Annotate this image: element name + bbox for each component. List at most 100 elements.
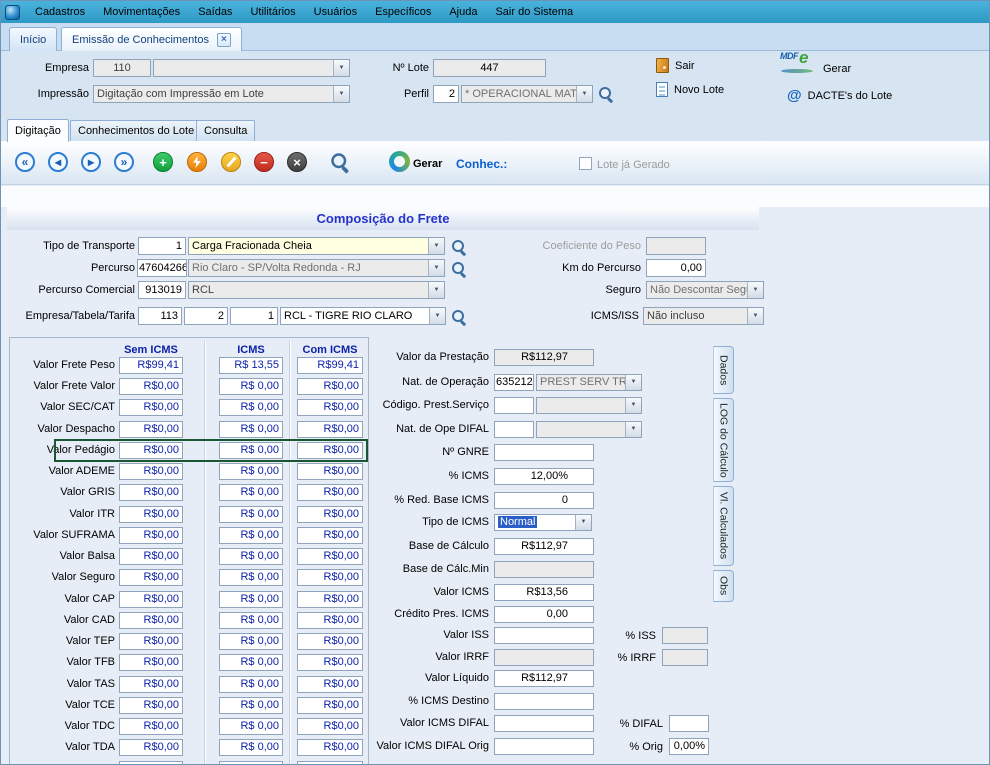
valor-icms-field[interactable]: R$ 0,00 [219, 378, 283, 395]
valor-com-icms-field[interactable]: R$0,00 [297, 548, 363, 565]
toolbar-gerar-button[interactable]: Gerar [413, 157, 453, 172]
valor-sem-icms-field[interactable]: R$0,00 [119, 569, 183, 586]
dropdown-arrow-icon[interactable]: ▼ [747, 282, 763, 298]
dropdown-arrow-icon[interactable]: ▼ [575, 515, 591, 530]
percurso-comercial-num-field[interactable]: 913019 [138, 281, 186, 299]
icms-iss-combo[interactable]: Não incluso ▼ [643, 307, 764, 325]
valor-icms-field[interactable]: R$ 0,00 [219, 739, 283, 756]
tabela-tabela-field[interactable]: 2 [184, 307, 228, 325]
valor-sem-icms-field[interactable]: R$0,00 [119, 378, 183, 395]
menu-item-sair-do-sistema[interactable]: Sair do Sistema [486, 2, 582, 23]
percurso-num-field[interactable]: 47604266 [137, 259, 187, 277]
dropdown-arrow-icon[interactable]: ▼ [333, 86, 349, 102]
gerar-mdfe-button[interactable]: Gerar [823, 63, 851, 75]
tab-inicio[interactable]: Início [9, 27, 57, 51]
valor-com-icms-field[interactable]: R$0,00 [297, 399, 363, 416]
tarifa-combo[interactable]: RCL - TIGRE RIO CLARO ▼ [280, 307, 446, 325]
valor-com-icms-field[interactable]: R$0,00 [297, 676, 363, 693]
valor-sem-icms-field[interactable]: R$0,00 [119, 484, 183, 501]
nav-last-button[interactable]: » [114, 152, 134, 172]
perc-icms-destino-field[interactable] [494, 693, 594, 710]
tipo-icms-combo[interactable]: Normal ▼ [494, 514, 592, 531]
base-calc-min-field[interactable] [494, 561, 594, 578]
valor-icms-field[interactable]: R$ 0,00 [219, 676, 283, 693]
dropdown-arrow-icon[interactable]: ▼ [428, 260, 444, 276]
valor-irrf-field[interactable] [494, 649, 594, 666]
nat-difal-num-field[interactable] [494, 421, 534, 438]
valor-icms-difal-orig-field[interactable] [494, 738, 594, 755]
tabela-empresa-field[interactable]: 113 [138, 307, 182, 325]
valor-com-icms-field[interactable]: R$0,00 [297, 569, 363, 586]
valor-com-icms-field[interactable]: R$99,41 [297, 357, 363, 374]
valor-com-icms-field[interactable]: R$0,00 [297, 633, 363, 650]
valor-com-icms-field[interactable]: R$0,00 [297, 591, 363, 608]
subtab-digitacao[interactable]: Digitação [7, 119, 69, 142]
valor-icms-field[interactable]: R$ 0,00 [219, 442, 283, 459]
num-lote-field[interactable]: 447 [433, 59, 546, 77]
tipo-transporte-combo[interactable]: Carga Fracionada Cheia ▼ [188, 237, 445, 255]
valor-com-icms-field[interactable]: R$0,00 [297, 739, 363, 756]
nat-operacao-num-field[interactable]: 635212 [494, 374, 534, 391]
tarifa-search-icon[interactable] [451, 309, 467, 325]
nat-difal-combo[interactable]: ▼ [536, 421, 642, 438]
valor-icms-field[interactable]: R$ 0,00 [219, 633, 283, 650]
perfil-combo[interactable]: * OPERACIONAL MATRIZ ▼ [461, 85, 593, 103]
dropdown-arrow-icon[interactable]: ▼ [625, 422, 641, 437]
base-calculo-field[interactable]: R$112,97 [494, 538, 594, 555]
gnre-field[interactable] [494, 444, 594, 461]
valor-icms-field[interactable]: R$ 0,00 [219, 399, 283, 416]
valor-icms-field[interactable]: R$ 0,00 [219, 654, 283, 671]
dropdown-arrow-icon[interactable]: ▼ [428, 238, 444, 254]
sair-button[interactable]: Sair [656, 58, 695, 73]
valor-icms-field[interactable]: R$ 0,00 [219, 527, 283, 544]
dropdown-arrow-icon[interactable]: ▼ [429, 308, 445, 324]
valor-sem-icms-field[interactable]: R$0,00 [119, 463, 183, 480]
valor-com-icms-field[interactable]: R$0,00 [297, 378, 363, 395]
valor-icms-field[interactable]: R$ 0,00 [219, 761, 283, 765]
nav-prev-button[interactable]: ◂ [48, 152, 68, 172]
lote-ja-gerado-checkbox[interactable] [579, 157, 592, 170]
valor-icms-total-field[interactable]: R$13,56 [494, 584, 594, 601]
perc-iss-field[interactable] [662, 627, 708, 644]
valor-sem-icms-field[interactable]: R$0,00 [119, 421, 183, 438]
tabela-tarifa-field[interactable]: 1 [230, 307, 278, 325]
subtab-consulta[interactable]: Consulta [196, 120, 255, 141]
valor-icms-field[interactable]: R$ 0,00 [219, 421, 283, 438]
dropdown-arrow-icon[interactable]: ▼ [747, 308, 763, 324]
add-record-button[interactable]: + [153, 152, 173, 172]
menu-item-saidas[interactable]: Saídas [189, 2, 241, 23]
valor-sem-icms-field[interactable]: R$0,00 [119, 506, 183, 523]
credito-pres-icms-field[interactable]: 0,00 [494, 606, 594, 623]
valor-icms-field[interactable]: R$ 13,55 [219, 357, 283, 374]
novo-lote-button[interactable]: Novo Lote [656, 82, 724, 97]
subtab-conhecimentos-do-lote[interactable]: Conhecimentos do Lote [70, 120, 202, 141]
dropdown-arrow-icon[interactable]: ▼ [625, 398, 641, 413]
dropdown-arrow-icon[interactable]: ▼ [576, 86, 592, 102]
dropdown-arrow-icon[interactable]: ▼ [333, 60, 349, 76]
valor-icms-field[interactable]: R$ 0,00 [219, 548, 283, 565]
menu-item-ajuda[interactable]: Ajuda [440, 2, 486, 23]
km-percurso-field[interactable]: 0,00 [646, 259, 706, 277]
valor-com-icms-field[interactable]: R$0,00 [297, 442, 363, 459]
menu-item-usuarios[interactable]: Usuários [305, 2, 366, 23]
side-tab-dados[interactable]: Dados [713, 346, 734, 394]
valor-icms-field[interactable]: R$ 0,00 [219, 484, 283, 501]
valor-sem-icms-field[interactable]: R$0,00 [119, 697, 183, 714]
perc-icms-field[interactable]: 12,00% [494, 468, 594, 485]
side-tab-log-do-calculo[interactable]: LOG do Cálculo [713, 398, 734, 482]
valor-iss-field[interactable] [494, 627, 594, 644]
perfil-search-icon[interactable] [598, 86, 614, 102]
prestacao-field[interactable]: R$112,97 [494, 349, 594, 366]
perfil-num-field[interactable]: 2 [433, 85, 459, 103]
valor-sem-icms-field[interactable]: R$0,00 [119, 527, 183, 544]
valor-liquido-field[interactable]: R$112,97 [494, 670, 594, 687]
percurso-comercial-combo[interactable]: RCL ▼ [188, 281, 445, 299]
valor-icms-field[interactable]: R$ 0,00 [219, 591, 283, 608]
tipo-transporte-num-field[interactable]: 1 [138, 237, 186, 255]
edit-record-button[interactable] [221, 152, 241, 172]
valor-com-icms-field[interactable]: R$0,00 [297, 612, 363, 629]
menu-item-cadastros[interactable]: Cadastros [26, 2, 94, 23]
percurso-search-icon[interactable] [451, 261, 467, 277]
empresa-field[interactable]: 110 [93, 59, 151, 77]
side-tab-vl-calculados[interactable]: Vl. Calculados [713, 486, 734, 566]
